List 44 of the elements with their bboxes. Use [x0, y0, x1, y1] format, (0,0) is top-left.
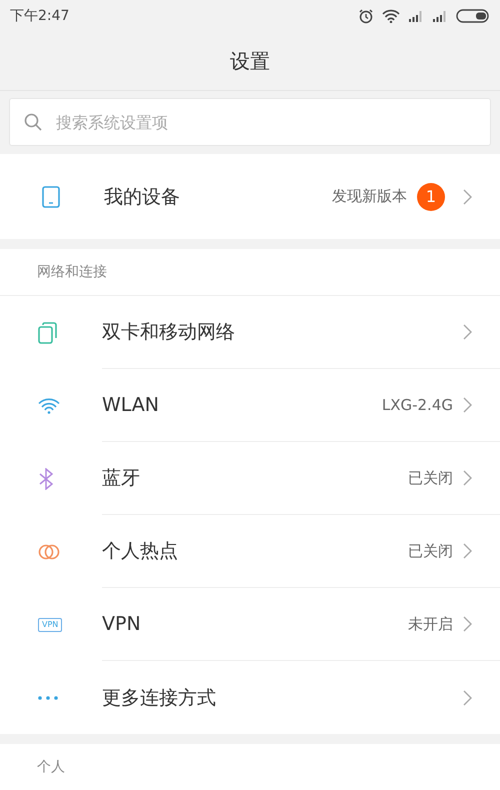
phone-icon	[42, 186, 60, 208]
item-value: 已关闭	[408, 468, 453, 488]
section-header: 网络和连接	[37, 263, 107, 281]
chevron-icon	[463, 188, 472, 204]
status-time: 下午2:47	[10, 7, 70, 25]
item-label: 个人热点	[102, 539, 179, 564]
signal-icon	[408, 10, 424, 22]
search-field[interactable]: 搜索系统设置项	[9, 98, 491, 146]
more-icon	[38, 696, 58, 700]
bluetooth-icon	[38, 468, 56, 490]
my-device-item[interactable]: 我的设备 发现新版本 1	[0, 154, 500, 239]
item-value: 发现新版本	[332, 187, 407, 206]
vpn-icon: VPN	[38, 618, 62, 632]
signal-icon	[432, 10, 448, 22]
chevron-icon	[463, 690, 472, 706]
alarm-icon	[358, 8, 374, 24]
section-header: 个人	[37, 758, 65, 776]
item-label: WLAN	[102, 394, 160, 416]
item-label: 更多连接方式	[102, 686, 217, 710]
settings-item[interactable]: VPN VPN 未开启	[0, 588, 500, 661]
settings-item[interactable]: 蓝牙 已关闭	[0, 442, 500, 515]
chevron-icon	[463, 470, 472, 486]
update-badge: 1	[417, 182, 445, 210]
wifi-icon	[382, 9, 400, 23]
battery-icon	[456, 9, 490, 23]
item-label: 双卡和移动网络	[102, 320, 236, 345]
settings-item[interactable]: 个人热点 已关闭	[0, 515, 500, 588]
item-label: 我的设备	[104, 184, 181, 210]
wifi-icon	[38, 398, 60, 414]
item-label: 蓝牙	[102, 466, 141, 491]
chevron-icon	[463, 543, 472, 559]
item-value: 未开启	[408, 614, 453, 634]
sim-cards-icon	[38, 322, 58, 344]
item-label: VPN	[102, 613, 142, 635]
chevron-icon	[463, 324, 472, 340]
chevron-icon	[463, 616, 472, 632]
chevron-icon	[463, 397, 472, 413]
item-value: 已关闭	[408, 542, 453, 560]
settings-item[interactable]: 双卡和移动网络	[0, 296, 500, 369]
settings-item[interactable]: 更多连接方式	[0, 661, 500, 734]
linked-rings-icon	[38, 544, 60, 560]
page-title: 设置	[230, 48, 270, 74]
item-value: LXG-2.4G	[382, 396, 453, 414]
settings-item[interactable]: WLAN LXG-2.4G	[0, 369, 500, 442]
